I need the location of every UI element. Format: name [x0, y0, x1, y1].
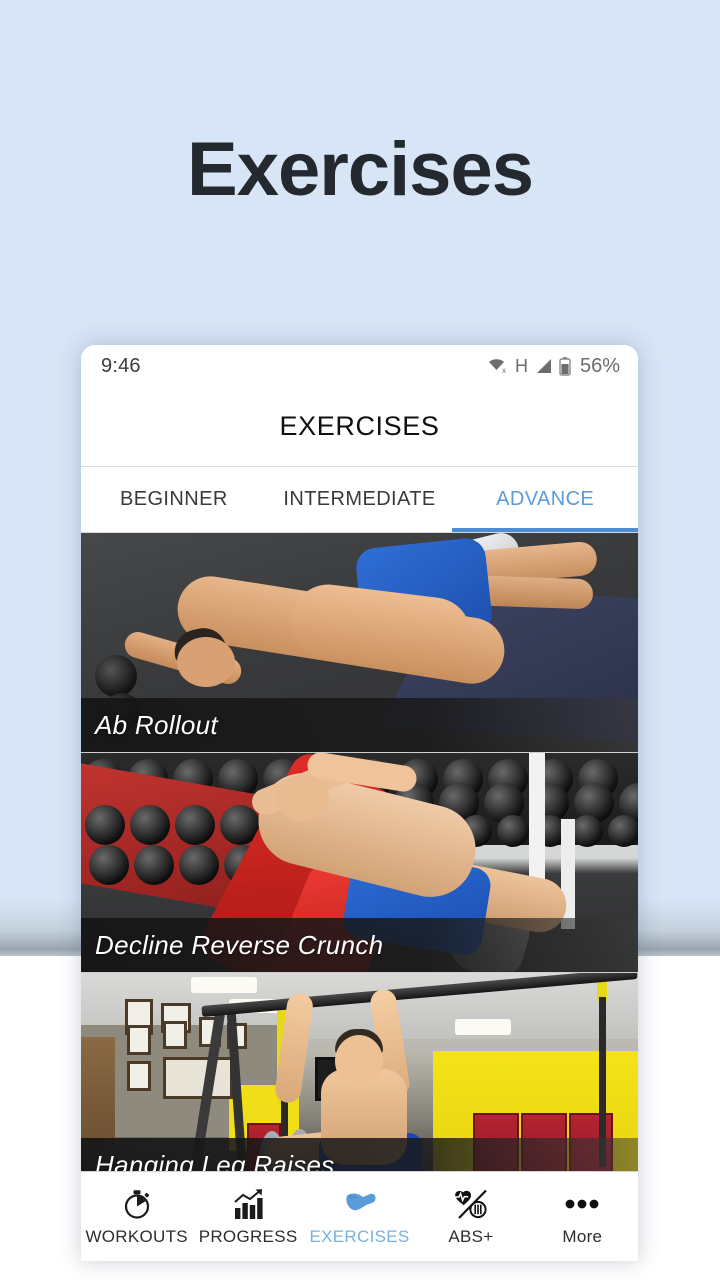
exercise-list: Ab Rollout Decline Reverse Crunch Hangin… [81, 533, 638, 1193]
nav-item-abs-plus[interactable]: ABS+ [415, 1172, 526, 1261]
nav-label-abs-plus: ABS+ [448, 1226, 494, 1246]
nav-label-workouts: WORKOUTS [85, 1226, 188, 1246]
nav-item-more[interactable]: More [527, 1172, 638, 1261]
status-indicators: x H 56% [487, 355, 620, 378]
tab-beginner-label: BEGINNER [120, 488, 228, 510]
heart-diet-icon [453, 1187, 489, 1221]
battery-icon [559, 356, 571, 376]
nav-label-exercises: EXERCISES [309, 1226, 410, 1246]
exercise-name: Ab Rollout [95, 709, 218, 740]
svg-text:x: x [502, 366, 506, 375]
tab-advance[interactable]: ADVANCE [452, 467, 638, 532]
app-bar: EXERCISES [81, 387, 638, 467]
page-title: Exercises [187, 127, 534, 212]
exercise-card-ab-rollout[interactable]: Ab Rollout [81, 533, 638, 753]
status-clock: 9:46 [101, 354, 141, 377]
tab-beginner[interactable]: BEGINNER [81, 467, 267, 532]
wifi-off-icon: x [487, 357, 509, 375]
nav-item-progress[interactable]: PROGRESS [192, 1172, 303, 1261]
signal-icon [534, 358, 553, 375]
network-type-label: H [514, 355, 528, 376]
tab-intermediate[interactable]: INTERMEDIATE [267, 467, 453, 532]
battery-percent-label: 56% [579, 354, 620, 377]
tab-bar: BEGINNER INTERMEDIATE ADVANCE [81, 467, 638, 533]
app-bar-title: EXERCISES [279, 411, 440, 441]
status-bar: 9:46 x H 56% [81, 345, 638, 387]
tab-advance-label: ADVANCE [496, 488, 595, 510]
exercise-caption: Decline Reverse Crunch [81, 918, 638, 972]
stopwatch-icon [121, 1187, 153, 1221]
bar-chart-icon [232, 1187, 264, 1221]
exercise-card-hanging-leg-raises[interactable]: Hanging Leg Raises [81, 973, 638, 1193]
ellipsis-icon [564, 1187, 600, 1221]
nav-label-more: More [562, 1226, 603, 1246]
exercise-card-decline-reverse-crunch[interactable]: Decline Reverse Crunch [81, 753, 638, 973]
nav-label-progress: PROGRESS [198, 1226, 298, 1246]
phone-mockup: 9:46 x H 56% EXERCISES BEGINNER INTERMED… [81, 345, 638, 1261]
nav-item-exercises[interactable]: EXERCISES [304, 1172, 415, 1261]
nav-item-workouts[interactable]: WORKOUTS [81, 1172, 192, 1261]
bottom-navigation-bar: WORKOUTS PROGRESS EXERCISES ABS+ More [81, 1171, 638, 1261]
exercise-caption: Ab Rollout [81, 698, 638, 752]
flexed-arm-icon [342, 1187, 378, 1221]
exercise-name: Decline Reverse Crunch [95, 929, 384, 960]
tab-intermediate-label: INTERMEDIATE [283, 488, 436, 510]
